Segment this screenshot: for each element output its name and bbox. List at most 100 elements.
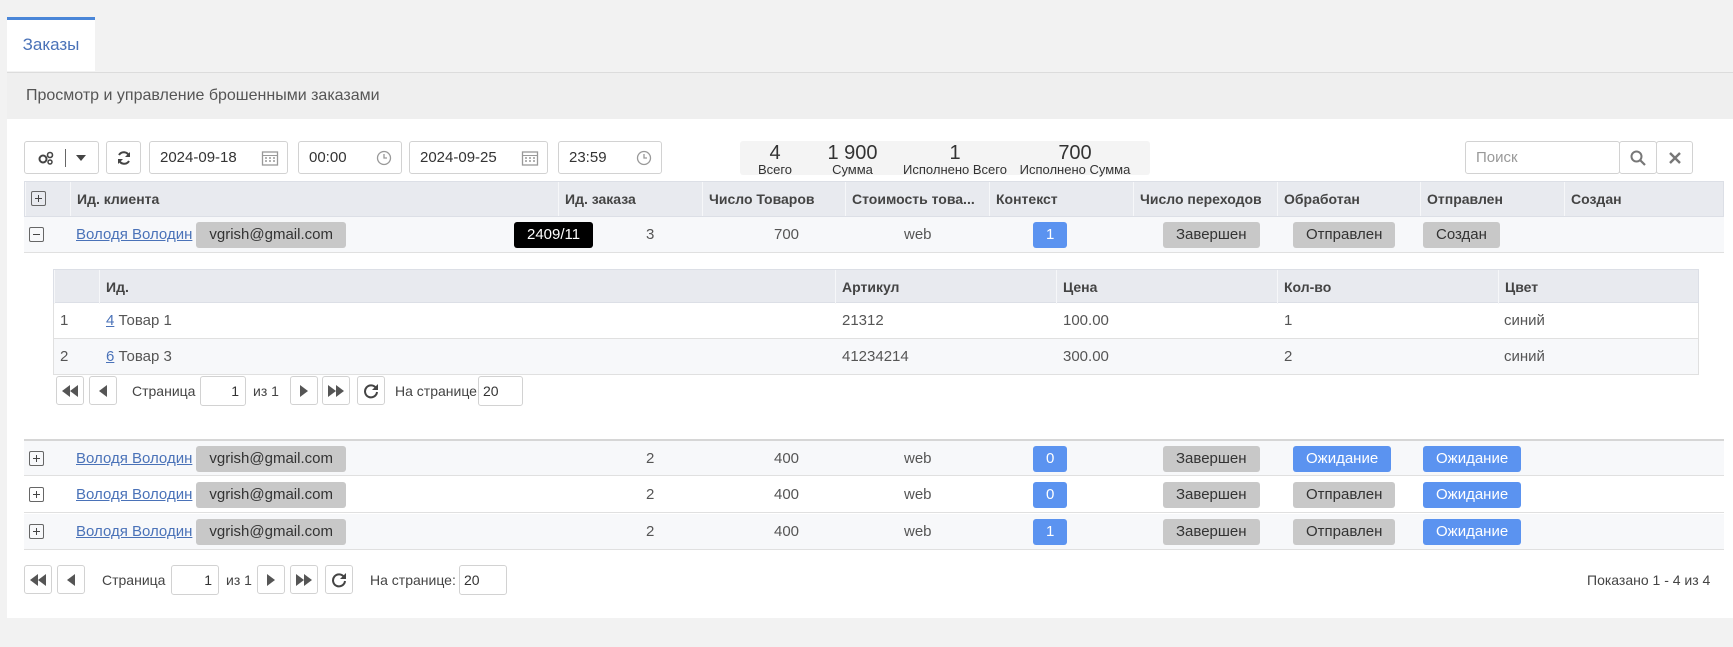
client-link[interactable]: Володя Володин <box>76 226 192 243</box>
table-row[interactable]: Володя Володин vgrish@gmail.com 2409/11 3… <box>24 217 1724 253</box>
processed-cell: Завершен <box>1163 477 1260 512</box>
chevron-down-icon <box>76 154 86 161</box>
calendar-icon[interactable] <box>521 149 539 167</box>
item-id-link[interactable]: 4 <box>106 312 114 329</box>
order-id-badge: 2409/11 <box>514 222 594 248</box>
collapse-icon[interactable] <box>29 227 44 242</box>
col-header-sent[interactable]: Отправлен <box>1420 182 1564 216</box>
subgrid-header: Ид. Артикул Цена Кол-во Цвет <box>53 269 1699 304</box>
context-cell: web <box>904 486 932 503</box>
last-page-button[interactable] <box>322 376 350 405</box>
visits-cell: 0 <box>1033 477 1068 512</box>
context-cell: web <box>904 450 932 467</box>
col-header-id[interactable]: Ид. <box>99 270 835 304</box>
context-cell: web <box>904 226 932 243</box>
col-header-client[interactable]: Ид. клиента <box>70 182 558 216</box>
processed-cell: Завершен <box>1163 514 1260 549</box>
expand-icon[interactable] <box>29 524 44 539</box>
col-header-price[interactable]: Цена <box>1056 270 1277 304</box>
col-header-created[interactable]: Создан <box>1564 182 1725 216</box>
col-header-cost[interactable]: Стоимость това... <box>845 182 989 216</box>
email-badge: vgrish@gmail.com <box>196 222 346 248</box>
cost-cell: 400 <box>774 523 800 540</box>
color-cell: синий <box>1504 312 1545 329</box>
table-row[interactable]: Володя Володин vgrish@gmail.com 2 400 web… <box>24 440 1724 476</box>
col-header-rownum <box>54 270 99 304</box>
prev-page-button[interactable] <box>57 565 85 594</box>
status-badge: Завершен <box>1163 446 1260 472</box>
sent-cell: Ожидание <box>1293 441 1392 476</box>
search-input[interactable]: Поиск <box>1465 141 1620 174</box>
refresh-button[interactable] <box>106 141 141 174</box>
status-badge: Ожидание <box>1423 446 1522 472</box>
expand-icon[interactable] <box>29 451 44 466</box>
page-input[interactable]: 1 <box>171 565 219 595</box>
close-icon <box>1668 151 1681 164</box>
client-cell: Володя Володин vgrish@gmail.com <box>76 514 346 549</box>
created-cell: Ожидание <box>1423 477 1522 512</box>
grid-header: Ид. клиента Ид. заказа Число Товаров Сто… <box>24 181 1724 217</box>
expand-icon[interactable] <box>29 487 44 502</box>
double-chevron-right-icon <box>296 573 312 586</box>
visits-badge: 1 <box>1033 519 1068 545</box>
col-header-processed[interactable]: Обработан <box>1277 182 1420 216</box>
visits-badge: 0 <box>1033 446 1068 472</box>
rownum-cell: 1 <box>60 312 69 329</box>
paging-summary: Показано 1 - 4 из 4 <box>1587 572 1711 588</box>
col-header-color[interactable]: Цвет <box>1498 270 1698 304</box>
actions-menu-button[interactable] <box>24 141 99 174</box>
col-header-order-id[interactable]: Ид. заказа <box>558 182 702 216</box>
client-link[interactable]: Володя Володин <box>76 523 192 540</box>
item-cell: 6 Товар 3 <box>106 339 172 374</box>
table-row[interactable]: Володя Володин vgrish@gmail.com 2 400 web… <box>24 514 1724 550</box>
date-from-field[interactable]: 2024-09-18 <box>149 141 288 174</box>
clock-icon[interactable] <box>635 149 653 167</box>
next-page-button[interactable] <box>257 565 285 594</box>
client-link[interactable]: Володя Володин <box>76 450 192 467</box>
date-to-field[interactable]: 2024-09-25 <box>409 141 548 174</box>
page-label: Страница <box>102 572 166 588</box>
item-id-link[interactable]: 6 <box>106 348 114 365</box>
tab-orders[interactable]: Заказы <box>7 17 95 71</box>
search-button[interactable] <box>1619 141 1657 174</box>
col-header-visits[interactable]: Число переходов <box>1133 182 1277 216</box>
refresh-icon <box>332 572 346 587</box>
price-cell: 300.00 <box>1063 348 1109 365</box>
status-badge: Ожидание <box>1423 482 1522 508</box>
prev-page-button[interactable] <box>89 376 117 405</box>
expand-all-toggle[interactable] <box>25 182 70 216</box>
qty-cell: 2 <box>1284 348 1293 365</box>
sent-cell: Отправлен <box>1293 217 1396 252</box>
col-header-article[interactable]: Артикул <box>835 270 1056 304</box>
calendar-icon[interactable] <box>261 149 279 167</box>
page-label: Страница <box>132 383 196 399</box>
status-badge: Завершен <box>1163 482 1260 508</box>
status-badge: Отправлен <box>1293 482 1396 508</box>
reload-button[interactable] <box>357 376 385 405</box>
time-to-field[interactable]: 23:59 <box>558 141 662 174</box>
per-page-input[interactable]: 20 <box>459 565 507 595</box>
time-from-field[interactable]: 00:00 <box>298 141 402 174</box>
first-page-button[interactable] <box>56 376 84 405</box>
reload-button[interactable] <box>325 565 353 594</box>
page-input[interactable]: 1 <box>200 376 246 406</box>
table-row[interactable]: Володя Володин vgrish@gmail.com 2 400 web… <box>24 477 1724 513</box>
qty-cell: 1 <box>1284 312 1293 329</box>
col-header-context[interactable]: Контекст <box>989 182 1133 216</box>
next-page-button[interactable] <box>290 376 318 405</box>
table-row[interactable]: 1 4 Товар 1 21312 100.00 1 синий <box>53 303 1699 339</box>
items-cell: 2 <box>646 523 655 540</box>
first-page-button[interactable] <box>24 565 52 594</box>
col-header-items[interactable]: Число Товаров <box>702 182 845 216</box>
visits-badge: 1 <box>1033 222 1068 248</box>
clock-icon[interactable] <box>375 149 393 167</box>
table-row[interactable]: 2 6 Товар 3 41234214 300.00 2 синий <box>53 339 1699 375</box>
per-page-input[interactable]: 20 <box>478 376 523 406</box>
chevron-left-icon <box>99 384 107 397</box>
col-header-qty[interactable]: Кол-во <box>1277 270 1498 304</box>
last-page-button[interactable] <box>290 565 318 594</box>
clear-search-button[interactable] <box>1656 141 1693 174</box>
created-cell: Ожидание <box>1423 441 1522 476</box>
client-link[interactable]: Володя Володин <box>76 486 192 503</box>
panel-title: Просмотр и управление брошенными заказам… <box>7 73 1733 119</box>
